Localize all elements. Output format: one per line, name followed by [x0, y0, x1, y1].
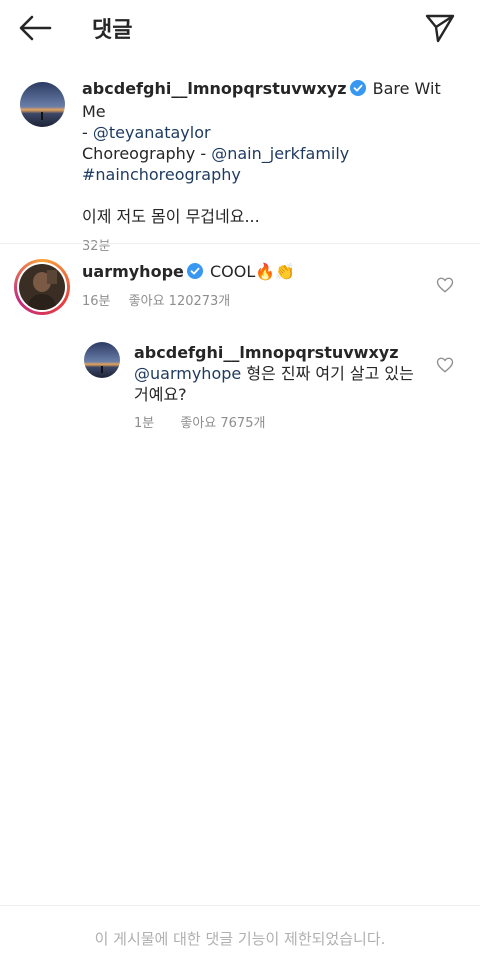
heart-icon [436, 277, 454, 293]
commenter-username[interactable]: uarmyhope [82, 262, 184, 281]
reply-timestamp: 1분 [134, 416, 155, 431]
caption-timestamp: 32분 [82, 239, 111, 254]
comment-item: uarmyhope COOL🔥👏 16분 좋아요 120273개 [0, 256, 480, 326]
comment-timestamp: 16분 [82, 294, 111, 309]
verified-badge-icon [186, 263, 203, 283]
commenter-avatar [19, 264, 65, 310]
like-button[interactable] [436, 356, 454, 374]
reply-item: abcdefghi__lmnopqrstuvwxyz @uarmyhope 형은… [0, 338, 480, 438]
reply-text: abcdefghi__lmnopqrstuvwxyz @uarmyhope 형은… [134, 342, 424, 405]
caption-text: abcdefghi__lmnopqrstuvwxyz Bare Wit Me -… [82, 78, 462, 257]
comment-like-count[interactable]: 좋아요 120273개 [129, 294, 231, 309]
reply-like-count[interactable]: 좋아요 7675개 [180, 416, 265, 431]
footer-divider [0, 905, 480, 906]
fire-clap-emoji-icon: 🔥👏 [255, 262, 296, 281]
story-ring[interactable] [14, 259, 70, 315]
divider [0, 243, 480, 244]
page-title: 댓글 [92, 18, 133, 43]
sunset-photo-icon [84, 342, 120, 378]
like-button[interactable] [436, 276, 454, 294]
caption-dash: - [82, 123, 93, 142]
comments-restricted-notice: 이 게시물에 대한 댓글 기능이 제한되었습니다. [94, 930, 386, 948]
mention-link[interactable]: @uarmyhope [134, 364, 241, 383]
mention-link[interactable]: @nain_jerkfamily [211, 144, 349, 163]
top-bar: 댓글 [0, 0, 480, 56]
paper-plane-icon [425, 14, 455, 43]
caption-line-2: Choreography - [82, 144, 212, 163]
reply-author-avatar[interactable] [84, 342, 120, 378]
comment-body: COOL [209, 262, 256, 281]
mention-link[interactable]: @teyanataylor [93, 123, 211, 142]
hashtag-link[interactable]: #nainchoreography [82, 165, 241, 184]
verified-badge-icon [349, 80, 366, 101]
caption-line-3: 이제 저도 몸이 무겁네요... [82, 207, 260, 226]
back-button[interactable] [18, 14, 52, 42]
sunset-photo-icon [20, 82, 65, 127]
reply-meta: 1분 좋아요 7675개 [134, 412, 287, 431]
author-username[interactable]: abcdefghi__lmnopqrstuvwxyz [82, 79, 347, 98]
comment-text: uarmyhope COOL🔥👏 [82, 262, 295, 283]
author-avatar[interactable] [20, 82, 65, 127]
person-photo-icon [19, 264, 65, 310]
heart-icon [436, 357, 454, 373]
share-button[interactable] [424, 12, 456, 44]
arrow-left-icon [19, 15, 52, 41]
reply-username[interactable]: abcdefghi__lmnopqrstuvwxyz [134, 342, 424, 363]
comment-meta: 16분 좋아요 120273개 [82, 290, 244, 309]
